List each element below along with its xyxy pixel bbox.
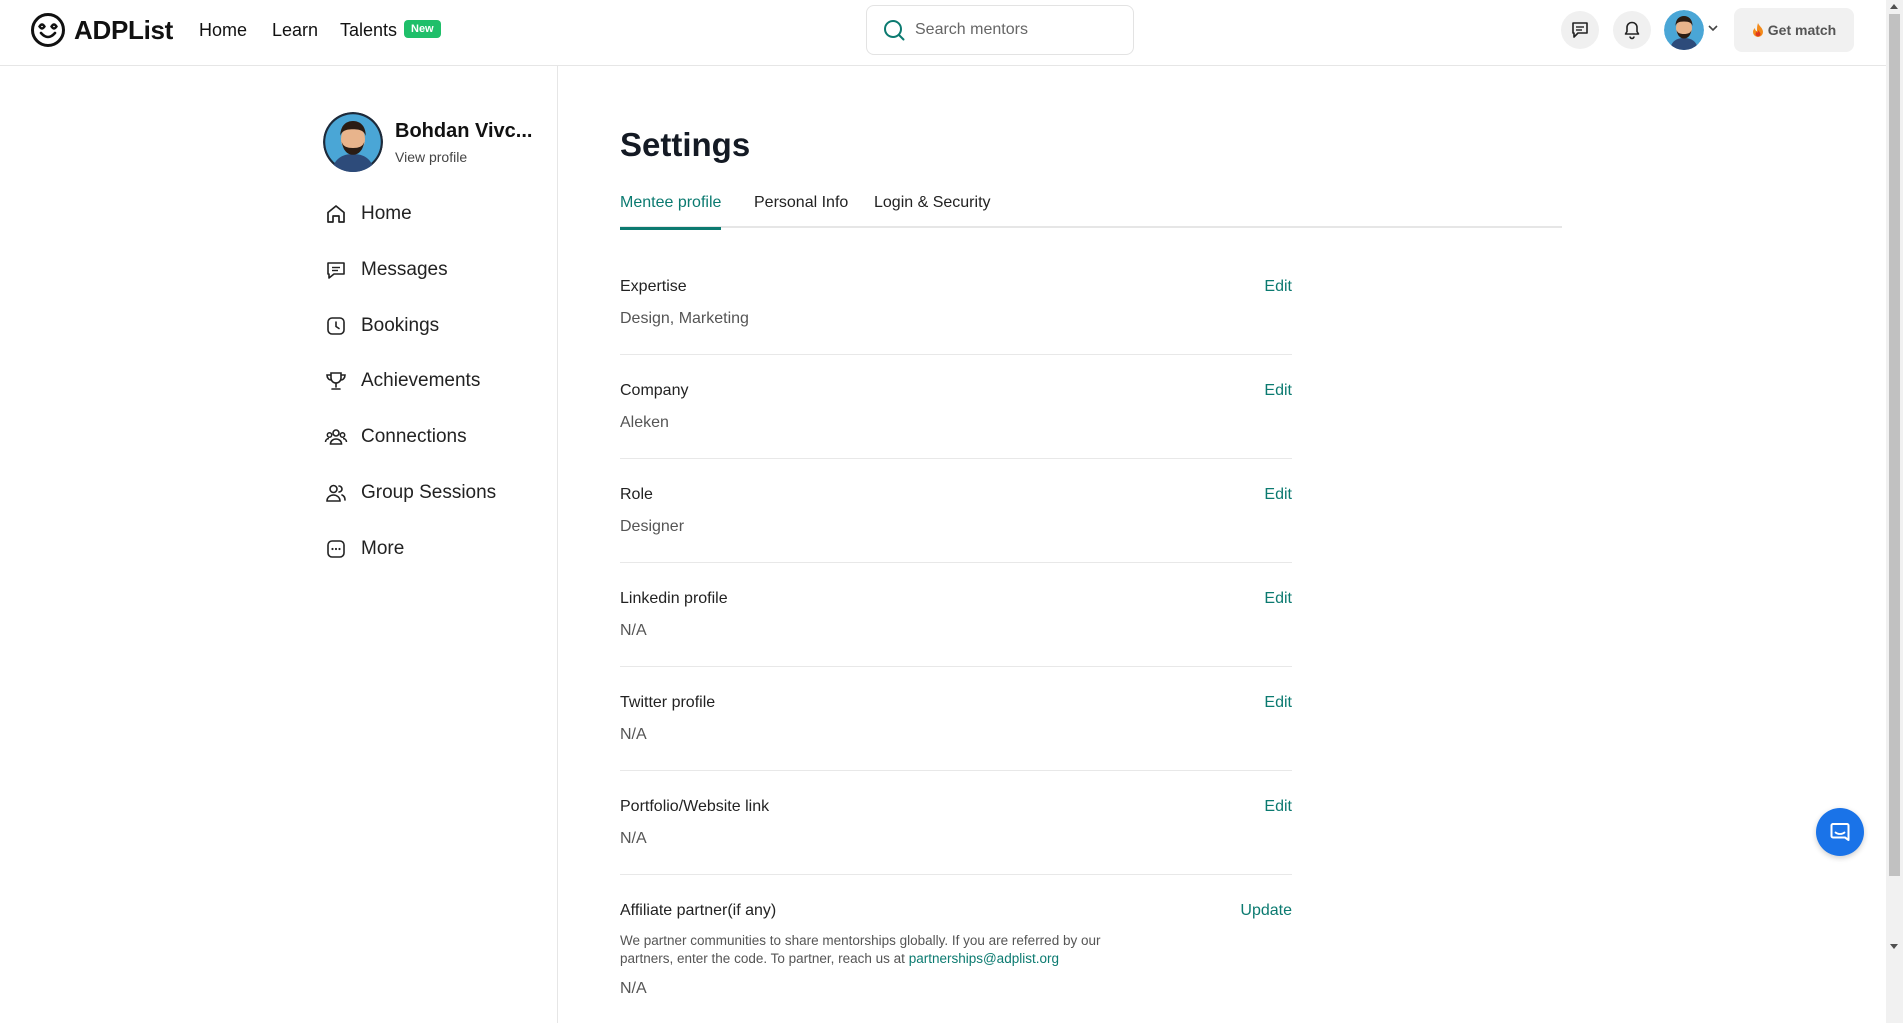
sidebar-item-label: Home [361, 203, 412, 224]
profile-avatar[interactable] [323, 112, 383, 172]
field-value: Aleken [620, 414, 669, 431]
field-value: N/A [620, 830, 647, 847]
home-icon [327, 205, 345, 223]
field-role: Role Designer Edit [620, 486, 1292, 563]
field-value: Design, Marketing [620, 310, 749, 327]
field-label: Expertise [620, 278, 687, 295]
view-profile-link[interactable]: View profile [395, 149, 532, 165]
edit-role-button[interactable]: Edit [1264, 486, 1292, 504]
field-portfolio: Portfolio/Website link N/A Edit [620, 798, 1292, 875]
field-label: Linkedin profile [620, 590, 728, 607]
chat-bubble-icon [1830, 823, 1850, 841]
new-badge: New [404, 20, 441, 38]
field-value: N/A [620, 980, 647, 997]
bell-icon [1624, 21, 1640, 40]
field-label: Role [620, 486, 653, 503]
field-label: Affiliate partner(if any) [620, 902, 777, 919]
partnerships-email-link[interactable]: partnerships@adplist.org [909, 951, 1059, 966]
connections-icon [324, 429, 348, 445]
more-icon [327, 540, 345, 558]
field-value: Designer [620, 518, 685, 535]
brand-name: ADPList [74, 14, 174, 45]
edit-linkedin-button[interactable]: Edit [1264, 590, 1292, 608]
nav-home[interactable]: Home [199, 20, 247, 41]
scroll-up-arrow[interactable] [1890, 4, 1898, 9]
sidebar-item-achievements[interactable]: Achievements [323, 368, 480, 394]
nav-learn[interactable]: Learn [272, 20, 318, 41]
search-box[interactable] [866, 5, 1134, 55]
chevron-down-icon[interactable] [1708, 24, 1718, 32]
messages-button[interactable] [1561, 11, 1599, 49]
update-affiliate-button[interactable]: Update [1240, 902, 1292, 920]
nav-talents[interactable]: Talents [340, 20, 397, 41]
scrollbar-thumb[interactable] [1889, 14, 1900, 876]
group-icon [326, 484, 346, 502]
sidebar-item-connections[interactable]: Connections [323, 424, 467, 450]
sidebar-item-label: Achievements [361, 370, 481, 391]
page-title: Settings [620, 126, 751, 163]
field-value: N/A [620, 622, 647, 639]
profile-name: Bohdan Vivc... [395, 119, 533, 142]
field-label: Portfolio/Website link [620, 798, 770, 815]
edit-portfolio-button[interactable]: Edit [1264, 798, 1292, 816]
field-label: Twitter profile [620, 694, 716, 711]
user-avatar[interactable] [1664, 10, 1704, 50]
sidebar-item-label: Messages [361, 259, 448, 280]
edit-company-button[interactable]: Edit [1264, 382, 1292, 400]
notifications-button[interactable] [1613, 11, 1651, 49]
logo-icon [31, 13, 65, 47]
sidebar-item-label: Group Sessions [361, 482, 497, 503]
sidebar-item-messages[interactable]: Messages [323, 257, 448, 283]
support-chat-button[interactable] [1816, 808, 1864, 856]
field-expertise: Expertise Design, Marketing Edit [620, 278, 1292, 355]
sidebar-item-group-sessions[interactable]: Group Sessions [323, 480, 496, 506]
field-value: N/A [620, 726, 647, 743]
get-match-label: Get match [1767, 22, 1837, 38]
top-navbar: ADPList Home Learn Talents New Search me… [0, 0, 1886, 66]
get-match-button[interactable]: Get match [1734, 8, 1854, 52]
tab-mentee-profile[interactable]: Mentee profile [620, 194, 722, 230]
field-twitter: Twitter profile N/A Edit [620, 694, 1292, 771]
trophy-icon [326, 372, 346, 390]
page-scrollbar[interactable] [1886, 0, 1903, 1023]
sidebar-item-label: Connections [361, 426, 467, 447]
edit-expertise-button[interactable]: Edit [1264, 278, 1292, 296]
field-company: Company Aleken Edit [620, 382, 1292, 459]
clock-icon [327, 317, 345, 335]
sidebar-item-label: More [361, 538, 405, 559]
field-linkedin: Linkedin profile N/A Edit [620, 590, 1292, 667]
sidebar-profile[interactable]: Bohdan Vivc... View profile [323, 112, 532, 172]
sidebar-item-label: Bookings [361, 315, 440, 336]
tab-personal-info[interactable]: Personal Info [754, 194, 848, 230]
sidebar-item-more[interactable]: More [323, 536, 404, 562]
sidebar-item-bookings[interactable]: Bookings [323, 313, 439, 339]
sidebar-item-home[interactable]: Home [323, 201, 412, 227]
edit-twitter-button[interactable]: Edit [1264, 694, 1292, 712]
sidebar-divider [557, 66, 558, 1023]
tab-login-security[interactable]: Login & Security [874, 194, 991, 230]
flame-icon [1752, 23, 1763, 37]
chat-icon [1572, 22, 1588, 38]
messages-icon [327, 262, 345, 279]
affiliate-description: We partner communities to share mentorsh… [620, 933, 1101, 966]
search-icon [884, 20, 905, 41]
logo[interactable]: ADPList [30, 12, 173, 48]
field-label: Company [620, 382, 689, 399]
search-input[interactable] [915, 21, 1115, 39]
settings-tabs: Mentee profile Personal Info Login & Sec… [620, 190, 1562, 230]
scroll-down-arrow[interactable] [1890, 944, 1898, 949]
